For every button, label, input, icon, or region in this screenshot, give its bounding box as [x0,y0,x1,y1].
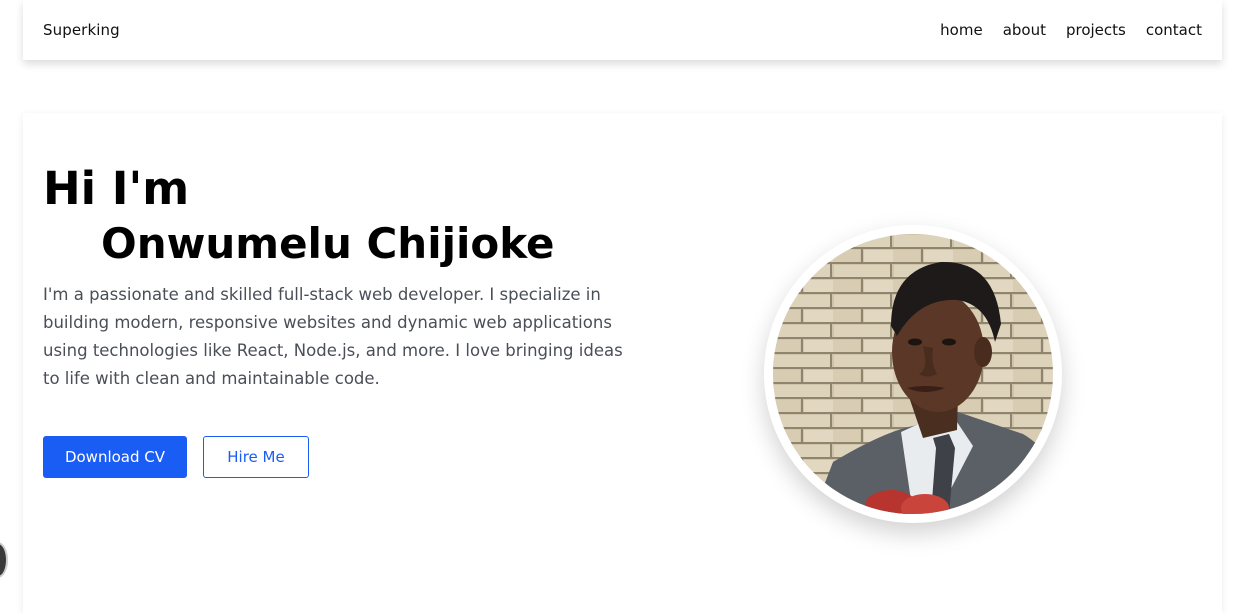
brand-logo[interactable]: Superking [43,21,120,39]
hero-name: Onwumelu Chijioke [101,219,555,268]
nav-link-contact[interactable]: contact [1146,21,1202,39]
hero-greeting: Hi I'm [43,162,190,215]
navbar: Superking home about projects contact [23,0,1222,60]
profile-photo [773,234,1053,514]
download-cv-button[interactable]: Download CV [43,436,187,478]
side-widget-handle[interactable] [0,544,6,576]
profile-photo-frame [764,225,1062,523]
hero-section: Hi I'm Onwumelu Chijioke I'm a passionat… [23,113,1222,613]
nav-link-home[interactable]: home [940,21,983,39]
hero-intro: I'm a passionate and skilled full-stack … [43,285,623,388]
nav-links: home about projects contact [940,21,1202,39]
nav-link-projects[interactable]: projects [1066,21,1126,39]
hire-me-button[interactable]: Hire Me [203,436,309,478]
nav-link-about[interactable]: about [1003,21,1046,39]
